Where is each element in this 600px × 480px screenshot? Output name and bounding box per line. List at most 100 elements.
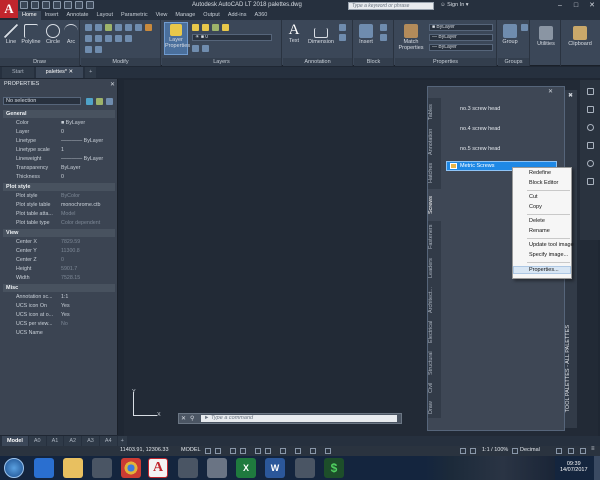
- prop-row[interactable]: UCS icon On Yes: [3, 302, 115, 310]
- annotation-panel-title[interactable]: Annotation: [283, 58, 352, 66]
- layer-previous-icon[interactable]: [202, 45, 209, 52]
- section-plot-style[interactable]: Plot style: [3, 183, 115, 191]
- create-block-icon[interactable]: [380, 24, 387, 31]
- prop-row[interactable]: Plot table atta... Model: [3, 210, 115, 218]
- palette-item[interactable]: no.3 screw head: [460, 106, 500, 112]
- tab-electrical[interactable]: Electrical: [428, 317, 441, 347]
- menu-item-cut[interactable]: Cut: [529, 194, 538, 200]
- trim-icon[interactable]: [105, 24, 112, 31]
- sign-in-button[interactable]: ☺ Sign In ▾: [440, 2, 469, 8]
- tab-model[interactable]: Model: [2, 436, 28, 446]
- tab-a1[interactable]: A1: [46, 436, 64, 446]
- block-panel-title[interactable]: Block: [354, 58, 393, 66]
- tab-a2[interactable]: A2: [64, 436, 82, 446]
- close-icon[interactable]: ✕: [584, 0, 600, 11]
- search-input[interactable]: Type a keyword or phrase: [348, 2, 434, 10]
- calculator-icon[interactable]: [178, 458, 198, 478]
- tab-screws[interactable]: Screws: [428, 189, 441, 221]
- edit-block-icon[interactable]: [380, 34, 387, 41]
- prop-row[interactable]: Plot style table monochrome.ctb: [3, 201, 115, 209]
- explode-icon[interactable]: [85, 35, 92, 42]
- text-button[interactable]: A Text: [287, 23, 301, 45]
- toggle-pickadd-icon[interactable]: [86, 98, 93, 105]
- prop-row[interactable]: Plot table type Color dependent: [3, 219, 115, 227]
- tab-layout[interactable]: Layout: [92, 11, 117, 20]
- new-icon[interactable]: [20, 1, 28, 9]
- tab-a3[interactable]: A3: [82, 436, 99, 446]
- color-dropdown[interactable]: ■ ByLayer: [429, 24, 493, 31]
- leader-icon[interactable]: [339, 24, 346, 31]
- prop-row[interactable]: UCS per view... No: [3, 320, 115, 328]
- tab-palettes[interactable]: palettes* ✕: [35, 67, 84, 78]
- selection-cycling-icon[interactable]: [325, 448, 331, 454]
- tab-output[interactable]: Output: [199, 11, 224, 20]
- table-icon[interactable]: [339, 34, 346, 41]
- customization-icon[interactable]: ≡: [591, 446, 595, 452]
- money-icon[interactable]: $: [324, 458, 344, 478]
- tab-insert[interactable]: Insert: [41, 11, 63, 20]
- excel-icon[interactable]: X: [236, 458, 256, 478]
- layer-on-icon[interactable]: [192, 24, 199, 31]
- tab-leaders[interactable]: Leaders: [428, 253, 441, 283]
- print-icon[interactable]: [64, 1, 72, 9]
- group-button[interactable]: Group: [501, 24, 519, 45]
- selection-dropdown[interactable]: No selection: [3, 97, 81, 105]
- maximize-icon[interactable]: □: [568, 0, 584, 11]
- isolate-objects-icon[interactable]: [568, 448, 574, 454]
- add-layout-button[interactable]: +: [117, 436, 127, 446]
- break-icon[interactable]: [85, 46, 92, 53]
- menu-item-copy[interactable]: Copy: [529, 204, 542, 210]
- tab-fasteners[interactable]: Fasteners: [428, 222, 441, 252]
- model-space-button[interactable]: MODEL: [181, 447, 201, 453]
- coordinates-readout[interactable]: 11403.91, 12306.33: [120, 447, 169, 453]
- tab-annotation[interactable]: Annotation: [428, 127, 441, 157]
- prop-row[interactable]: Width 7528.15: [3, 274, 115, 282]
- section-general[interactable]: General: [3, 110, 115, 118]
- annotation-scale[interactable]: 1:1 / 100%: [482, 447, 508, 453]
- polar-icon[interactable]: [240, 448, 246, 454]
- line-button[interactable]: Line: [3, 24, 19, 45]
- prop-row[interactable]: UCS Name: [3, 329, 115, 337]
- tab-view[interactable]: View: [152, 11, 172, 20]
- command-input[interactable]: ► Type a command: [201, 415, 397, 422]
- prop-row[interactable]: Linetype ———— ByLayer: [3, 137, 115, 145]
- save-as-icon[interactable]: [53, 1, 61, 9]
- tab-a4[interactable]: A4: [99, 436, 117, 446]
- palette-item[interactable]: no.5 screw head: [460, 146, 500, 152]
- tab-parametric[interactable]: Parametric: [117, 11, 152, 20]
- modify-panel-title[interactable]: Modify: [81, 58, 160, 66]
- nav-tool-icon[interactable]: [587, 178, 594, 185]
- dimension-button[interactable]: Dimension: [307, 24, 335, 45]
- groups-panel-title[interactable]: Groups: [498, 58, 529, 66]
- autocad-taskbar-icon[interactable]: A: [148, 458, 168, 478]
- section-view[interactable]: View: [3, 229, 115, 237]
- lineweight-dropdown[interactable]: — ByLayer: [429, 34, 493, 41]
- layer-freeze-icon[interactable]: [202, 24, 209, 31]
- redo-icon[interactable]: [86, 1, 94, 9]
- menu-item-update-tool-image[interactable]: Update tool image: [529, 242, 574, 248]
- minimize-icon[interactable]: –: [552, 0, 568, 11]
- insert-button[interactable]: Insert: [357, 24, 375, 45]
- prop-row[interactable]: Transparency ByLayer: [3, 164, 115, 172]
- new-tab-button[interactable]: +: [85, 67, 97, 78]
- clipboard-button[interactable]: Clipboard: [565, 26, 595, 47]
- prop-row[interactable]: Lineweight ———— ByLayer: [3, 155, 115, 163]
- tab-annotate[interactable]: Annotate: [62, 11, 92, 20]
- palette-properties-icon[interactable]: ✖: [568, 92, 573, 99]
- polyline-button[interactable]: Polyline: [20, 24, 42, 45]
- steering-wheel-icon[interactable]: [587, 88, 594, 95]
- layer-match-icon[interactable]: [192, 45, 199, 52]
- circle-button[interactable]: Circle: [45, 24, 61, 45]
- tab-architectural[interactable]: Architect...: [428, 284, 441, 316]
- notepad-icon[interactable]: [207, 458, 227, 478]
- tab-tables[interactable]: Tables: [428, 98, 441, 126]
- erase-icon[interactable]: [115, 24, 122, 31]
- layers-panel-title[interactable]: Layers: [162, 58, 281, 66]
- palette-close-icon[interactable]: ✕: [110, 81, 115, 88]
- prop-row[interactable]: Center Z 0: [3, 256, 115, 264]
- prop-row[interactable]: Plot style ByColor: [3, 192, 115, 200]
- showmotion-icon[interactable]: [587, 160, 594, 167]
- tab-hatches[interactable]: Hatches: [428, 158, 441, 188]
- palette-close-icon[interactable]: ✕: [548, 88, 553, 95]
- prop-row[interactable]: Center Y 11300.8: [3, 247, 115, 255]
